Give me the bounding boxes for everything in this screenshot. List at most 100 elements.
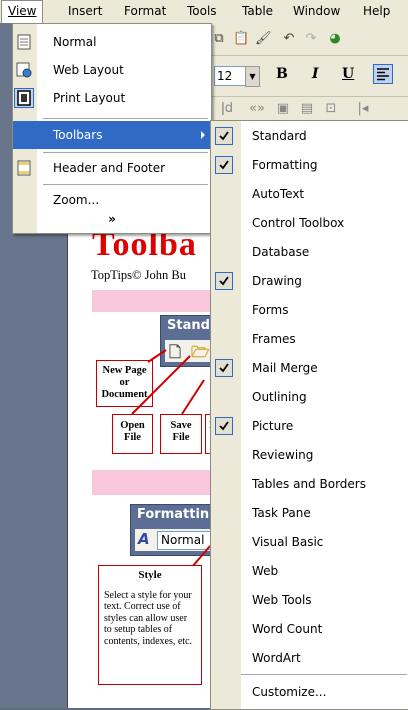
menu-help[interactable]: Help [357,0,396,22]
view-menu-item-header-footer[interactable]: Header and Footer [13,154,211,182]
view-menu-item-zoom[interactable]: Zoom... [13,186,211,214]
field-icon[interactable]: ǀd [219,101,235,117]
toolbars-submenu-label: Word Count [252,622,323,636]
menu-separator [43,118,208,119]
bold-button[interactable]: B [276,66,288,82]
view-menu-item-normal[interactable]: Normal [13,28,211,56]
toolbars-submenu-item-control-toolbox[interactable]: Control Toolbox [211,209,408,238]
arrow-line [181,379,205,415]
toolbars-submenu-label: Drawing [252,274,302,288]
formatting-toolbar-image-label: Formattin [137,507,210,522]
font-size-dropdown-icon[interactable]: ▼ [245,66,260,87]
toolbars-submenu-label: Standard [252,129,307,143]
menu-window[interactable]: Window [287,0,346,22]
toolbars-submenu-item-reviewing[interactable]: Reviewing [211,441,408,470]
view-menu-item-print-layout[interactable]: Print Layout [13,84,211,112]
callout-save-file: Save File [160,414,202,454]
view-menu-label-zoom: Zoom... [53,193,100,207]
toolbars-submenu-item-web[interactable]: Web [211,557,408,586]
format-painter-icon[interactable]: 🖌 [255,31,272,47]
print-layout-icon [17,90,31,106]
toolbars-submenu-label: Customize... [252,685,327,699]
toolbars-submenu-item-frames[interactable]: Frames [211,325,408,354]
toolbars-submenu-item-forms[interactable]: Forms [211,296,408,325]
underline-button[interactable]: U [342,66,354,82]
menu-table[interactable]: Table [236,0,279,22]
style-callout-body: Select a style for your text. Correct us… [104,589,193,647]
toolbars-submenu: Standard Formatting AutoText Control Toolbo… [210,120,408,710]
view-menu-item-toolbars[interactable]: Toolbars [13,121,211,149]
italic-button[interactable]: I [312,66,319,82]
menu-format[interactable]: Format [118,0,172,22]
menu-format-label: Format [124,4,167,18]
header-footer-icon [17,160,31,176]
toolbars-submenu-item-wordart[interactable]: WordArt [211,644,408,673]
toolbars-submenu-label: Picture [252,419,294,433]
callout-open-file: Open File [112,414,153,454]
shading-icon[interactable]: ▤ [299,101,315,117]
toolbars-submenu-label: Visual Basic [252,535,324,549]
toolbars-submenu-item-autotext[interactable]: AutoText [211,180,408,209]
align-left-button[interactable] [373,64,393,84]
standard-toolbar: ⧉ 📋 🖌 ↶ ↷ ◕ [205,23,408,56]
toolbars-submenu-item-customize[interactable]: Customize... [211,678,408,707]
toolbars-submenu-label: Web [252,564,279,578]
toolbars-submenu-label: Formatting [252,158,318,172]
menu-bar: View Insert Format Tools Table Window He… [0,0,408,24]
toolbars-submenu-item-tables-and-borders[interactable]: Tables and Borders [211,470,408,499]
toolbars-submenu-item-mail-merge[interactable]: Mail Merge [211,354,408,383]
toolbars-submenu-label: Mail Merge [252,361,318,375]
toolbars-submenu-item-word-count[interactable]: Word Count [211,615,408,644]
drawing-toolbar: ǀd «» ▣ ▤ ⊡ |◂ [205,97,408,121]
toolbars-submenu-label: Task Pane [252,506,311,520]
view-menu-label-web-layout: Web Layout [53,63,124,77]
toolbars-submenu-label: Outlining [252,390,307,404]
arrow-line [131,355,191,415]
undo-icon[interactable]: ↶ [281,31,297,47]
menu-view[interactable]: View [1,0,44,23]
option-icon[interactable]: ⊡ [323,101,339,117]
toolbars-submenu-label: Tables and Borders [252,477,366,491]
view-menu-label-toolbars: Toolbars [53,128,103,142]
frame-icon[interactable]: ▣ [275,101,291,117]
copy-icon[interactable]: ⧉ [211,31,227,47]
toolbars-submenu-label: Reviewing [252,448,314,462]
pink-band [92,470,212,495]
record-first-icon[interactable]: |◂ [355,101,371,117]
menu-separator [43,184,208,185]
paste-icon[interactable]: 📋 [233,31,249,47]
submenu-arrow-icon [201,131,205,139]
toolbars-submenu-item-task-pane[interactable]: Task Pane [211,499,408,528]
toolbars-submenu-item-drawing[interactable]: Drawing [211,267,408,296]
form-field-icon[interactable]: «» [249,101,265,117]
redo-icon[interactable]: ↷ [303,31,319,47]
toolbars-submenu-item-picture[interactable]: Picture [211,412,408,441]
toolbars-submenu-label: Database [252,245,310,259]
toolbars-submenu-item-visual-basic[interactable]: Visual Basic [211,528,408,557]
font-size-box[interactable]: 12 [214,66,246,86]
align-left-icon [377,68,389,81]
callout-arrows [131,349,205,415]
toolbars-submenu-item-standard[interactable]: Standard [211,122,408,151]
pink-band [92,290,212,312]
menu-insert[interactable]: Insert [62,0,108,22]
toolbars-submenu-item-outlining[interactable]: Outlining [211,383,408,412]
menu-help-label: Help [363,4,391,18]
toolbars-submenu-item-web-tools[interactable]: Web Tools [211,586,408,615]
toolbars-submenu-label: Forms [252,303,289,317]
view-menu-label-normal: Normal [53,35,97,49]
view-menu-label-header-footer: Header and Footer [53,161,166,175]
menu-view-label: View [8,4,37,18]
checkmark-icon [215,417,233,435]
view-menu-item-web-layout[interactable]: Web Layout [13,56,211,84]
toolbars-submenu-item-formatting[interactable]: Formatting [211,151,408,180]
style-callout-heading: Style [138,569,162,581]
menu-tools[interactable]: Tools [181,0,223,22]
menu-table-label: Table [242,4,274,18]
web-icon[interactable]: ◕ [327,31,343,47]
toolbars-submenu-label: Web Tools [252,593,312,607]
expand-menu-chevron-icon[interactable]: » [13,212,211,230]
toolbars-submenu-item-database[interactable]: Database [211,238,408,267]
style-callout: Style Select a style for your text. Corr… [98,565,202,685]
menu-tools-label: Tools [187,4,217,18]
